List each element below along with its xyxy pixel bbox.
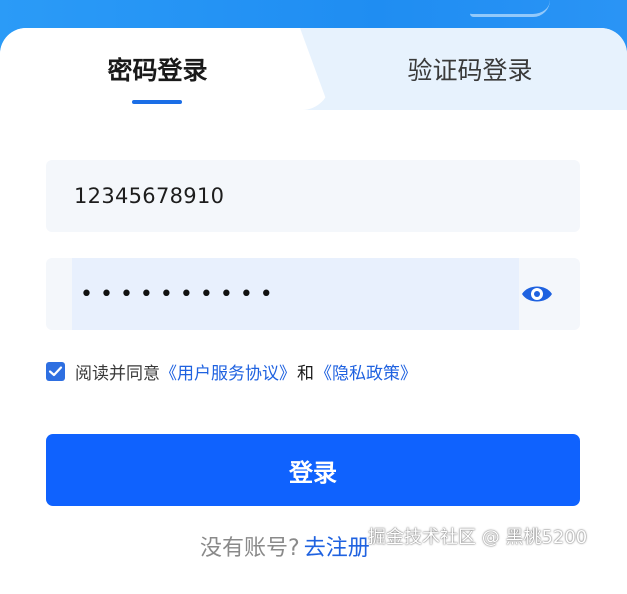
register-link[interactable]: 去注册 xyxy=(304,530,370,562)
watermark: 掘金技术社区 @ 黑桃5200 xyxy=(368,527,588,548)
password-input[interactable]: •••••••••• xyxy=(72,258,519,330)
privacy-link[interactable]: 《隐私政策》 xyxy=(315,359,417,384)
login-button[interactable]: 登录 xyxy=(46,434,580,506)
agreement-prefix: 阅读并同意 xyxy=(75,363,160,384)
phone-input[interactable]: 12345678910 xyxy=(46,160,580,232)
register-row: 没有账号? 去注册 xyxy=(200,530,370,562)
agreement-row: 阅读并同意 《用户服务协议》 和 《隐私政策》 xyxy=(46,358,417,384)
tab-code-login[interactable]: 验证码登录 xyxy=(370,28,570,110)
agree-checkbox[interactable] xyxy=(46,361,65,381)
no-account-text: 没有账号? xyxy=(200,536,300,561)
header-decoration xyxy=(470,0,550,17)
password-field: •••••••••• xyxy=(46,258,580,330)
agreement-conjunction: 和 xyxy=(297,363,314,384)
terms-link[interactable]: 《用户服务协议》 xyxy=(160,359,296,384)
login-card: 密码登录 验证码登录 12345678910 •••••••••• 阅读并同意 … xyxy=(0,28,627,594)
tab-password-login[interactable]: 密码登录 xyxy=(60,28,255,110)
eye-icon[interactable] xyxy=(520,278,554,310)
active-tab-indicator xyxy=(132,100,182,104)
